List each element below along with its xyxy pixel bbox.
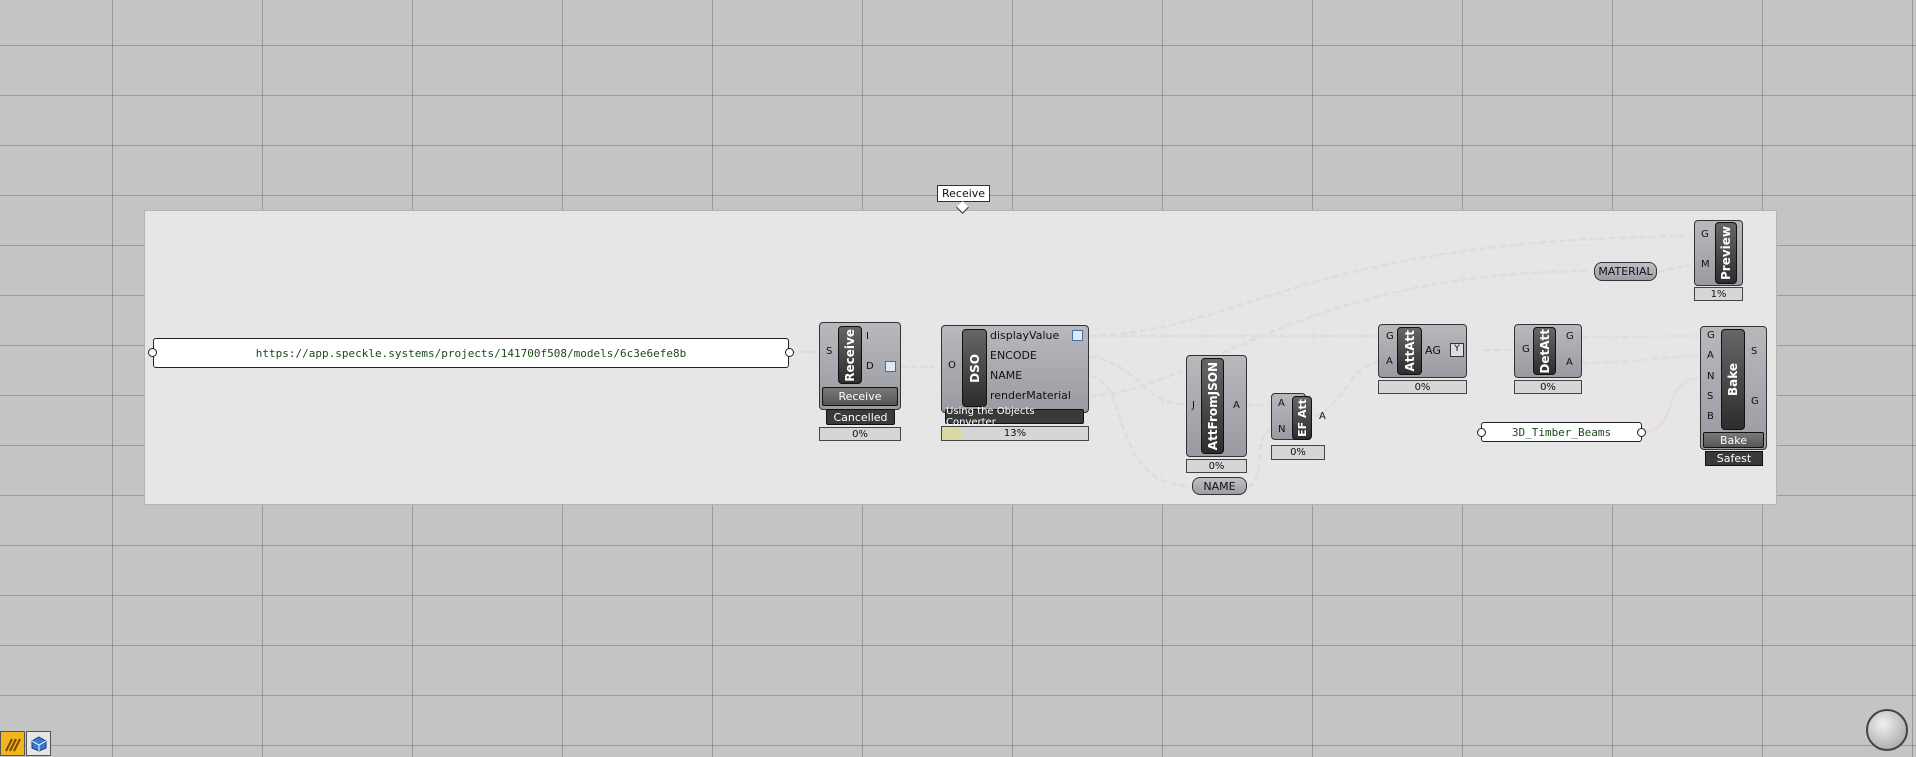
attatt-progress: 0%	[1378, 380, 1467, 394]
dso-output-name[interactable]: NAME	[990, 369, 1022, 382]
beams-panel[interactable]: 3D_Timber_Beams	[1481, 422, 1642, 442]
efatt-core[interactable]: EF Att	[1292, 396, 1312, 440]
attfromjson-core[interactable]: AttFromJSON	[1201, 358, 1224, 454]
attatt-core[interactable]: AttAtt	[1397, 327, 1422, 375]
attatt-name: AttAtt	[1402, 330, 1417, 372]
receive-output-d[interactable]: D	[866, 361, 874, 372]
dso-progress-bar: 13%	[941, 426, 1089, 441]
detatt-core[interactable]: DetAtt	[1533, 327, 1556, 375]
preview-input-m[interactable]: M	[1701, 259, 1710, 270]
bake-output-s[interactable]: S	[1751, 346, 1757, 357]
receive-core[interactable]: Receive	[838, 326, 862, 384]
preview-input-g[interactable]: G	[1701, 229, 1709, 240]
material-pill[interactable]: MATERIAL	[1594, 262, 1657, 281]
beams-panel-output-grip[interactable]	[1637, 428, 1646, 437]
dso-message: Using the Objects Converter	[945, 406, 1084, 428]
preview-name: Preview	[1719, 225, 1733, 280]
efatt-output-a[interactable]: A	[1319, 411, 1326, 422]
bake-input-s[interactable]: S	[1707, 391, 1713, 402]
receive-output-i[interactable]: I	[866, 331, 869, 342]
bake-core[interactable]: Bake	[1721, 329, 1745, 430]
efatt-input-a[interactable]: A	[1278, 398, 1285, 409]
dso-progress-value: 13%	[1003, 428, 1027, 439]
dso-name: DSO	[967, 353, 982, 383]
dso-progress-fill	[942, 427, 961, 440]
attfromjson-name: AttFromJSON	[1205, 361, 1220, 451]
receive-button[interactable]: Receive	[822, 387, 898, 406]
bake-input-b[interactable]: B	[1707, 411, 1714, 422]
beams-panel-input-grip[interactable]	[1477, 428, 1486, 437]
efatt-progress: 0%	[1271, 445, 1325, 460]
bake-input-n[interactable]: N	[1707, 371, 1714, 382]
attatt-input-a[interactable]: A	[1386, 356, 1393, 367]
cube-glyph	[31, 735, 46, 752]
group-label: Receive	[937, 185, 991, 202]
receive-input-s[interactable]: S	[826, 346, 832, 357]
attfromjson-input-j[interactable]: J	[1192, 400, 1195, 411]
bake-input-g[interactable]: G	[1707, 330, 1715, 341]
efatt-name: EF Att	[1295, 399, 1309, 437]
tree-icon	[885, 361, 896, 372]
dso-output-encode[interactable]: ENCODE	[990, 349, 1037, 362]
dso-output-rendermaterial[interactable]: renderMaterial	[990, 389, 1071, 402]
navigation-icon[interactable]	[1866, 709, 1908, 751]
bake-name: Bake	[1726, 362, 1740, 397]
attatt-input-g[interactable]: G	[1386, 331, 1394, 342]
receive-progress: 0%	[819, 427, 901, 441]
url-text: https://app.speckle.systems/projects/141…	[255, 346, 687, 360]
detatt-progress: 0%	[1514, 380, 1582, 394]
attfromjson-progress: 0%	[1186, 459, 1247, 473]
bake-output-g[interactable]: G	[1751, 396, 1759, 407]
graft-icon: Y	[1450, 343, 1464, 357]
bake-mode: Safest	[1705, 451, 1763, 466]
bake-button[interactable]: Bake	[1703, 432, 1764, 448]
cube-icon[interactable]	[26, 731, 51, 756]
tree-icon	[1072, 330, 1083, 341]
detatt-input-g[interactable]: G	[1522, 344, 1530, 355]
url-panel-output-grip[interactable]	[785, 348, 794, 357]
attatt-output-ag[interactable]: AG	[1425, 344, 1441, 357]
preview-progress: 1%	[1694, 287, 1743, 301]
detatt-output-a[interactable]: A	[1566, 357, 1573, 368]
receive-status: Cancelled	[826, 409, 895, 425]
receive-name: Receive	[843, 328, 857, 382]
url-panel[interactable]: https://app.speckle.systems/projects/141…	[153, 338, 789, 368]
preview-core[interactable]: Preview	[1715, 222, 1737, 284]
detatt-output-g[interactable]: G	[1566, 331, 1574, 342]
url-panel-input-grip[interactable]	[148, 348, 157, 357]
dso-core[interactable]: DSO	[962, 329, 987, 407]
bake-input-a[interactable]: A	[1707, 350, 1714, 361]
speckle-icon[interactable]	[0, 731, 25, 756]
efatt-input-n[interactable]: N	[1278, 424, 1285, 435]
beams-text: 3D_Timber_Beams	[1511, 425, 1612, 439]
attfromjson-output-a[interactable]: A	[1233, 400, 1240, 411]
speckle-glyph	[4, 738, 21, 751]
dso-input-o[interactable]: O	[948, 360, 956, 371]
name-pill[interactable]: NAME	[1192, 477, 1247, 495]
detatt-name: DetAtt	[1537, 328, 1552, 374]
dso-output-displayvalue[interactable]: displayValue	[990, 329, 1059, 342]
